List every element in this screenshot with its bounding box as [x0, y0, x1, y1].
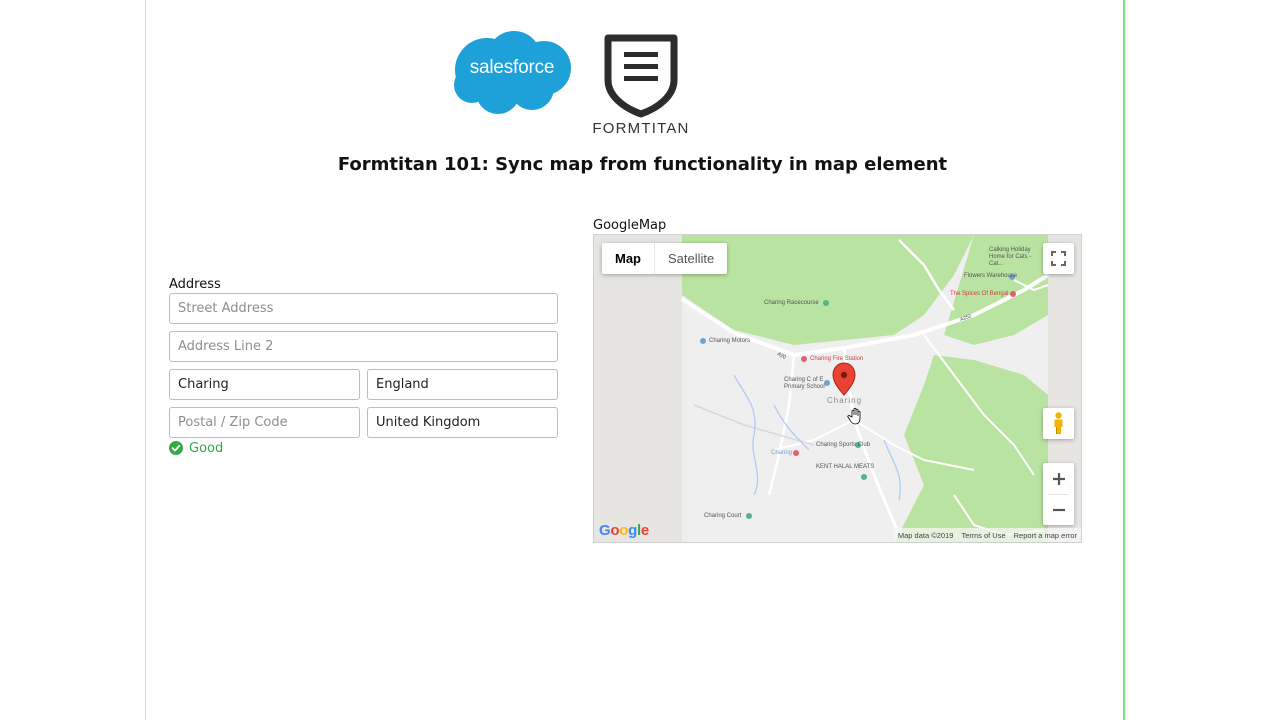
minus-icon	[1052, 508, 1065, 511]
zoom-divider	[1048, 494, 1069, 495]
map-place-racecourse: Charing Racecourse	[764, 300, 819, 306]
formtitan-logo-text: FORMTITAN	[592, 120, 690, 137]
address-label: Address	[169, 277, 221, 292]
street-view-pegman-button[interactable]	[1043, 408, 1074, 439]
map-place-warehouse: Flowers Warehouse	[964, 273, 1018, 279]
state-input[interactable]	[367, 369, 558, 400]
map-type-map-button[interactable]: Map	[602, 243, 655, 274]
zoom-out-button[interactable]	[1043, 494, 1074, 525]
map-type-satellite-button[interactable]: Satellite	[655, 243, 727, 274]
map-place-spices: The Spices Of Bengal	[950, 291, 1009, 297]
formtitan-logo: FORMTITAN	[586, 34, 696, 138]
map-place-school: Charing C of E Primary School	[784, 377, 825, 390]
page-frame-right-border	[1123, 0, 1125, 720]
map-attribution: Map data ©2019 Terms of Use Report a map…	[893, 528, 1081, 542]
postal-code-input[interactable]	[169, 407, 360, 438]
fullscreen-icon	[1051, 251, 1066, 266]
map-place-holiday-home: Calking Holiday Home for Cats - Cat...	[989, 247, 1032, 267]
address-line-2-input[interactable]	[169, 331, 558, 362]
map-place-town: Charing	[827, 396, 863, 405]
map-place-fire-station: Charing Fire Station	[810, 356, 864, 362]
city-input[interactable]	[169, 369, 360, 400]
page-frame-left-border	[145, 0, 146, 720]
country-input[interactable]	[367, 407, 558, 438]
google-logo[interactable]: Google	[599, 522, 649, 539]
salesforce-logo-text: salesforce	[469, 57, 555, 78]
fullscreen-button[interactable]	[1043, 243, 1074, 274]
salesforce-logo: salesforce	[452, 30, 572, 116]
map-place-court: Charing Court	[704, 513, 742, 519]
map-canvas[interactable]	[594, 235, 1082, 543]
zoom-in-button[interactable]	[1043, 463, 1074, 494]
plus-icon	[1052, 472, 1065, 485]
report-map-error-link[interactable]: Report a map error	[1014, 531, 1077, 540]
map-place-station: Charing	[771, 450, 793, 456]
page-title: Formtitan 101: Sync map from functionali…	[337, 154, 948, 175]
map-place-motors: Charing Motors	[709, 338, 751, 344]
check-circle-icon	[169, 441, 183, 455]
map-type-control: Map Satellite	[602, 243, 728, 274]
google-map[interactable]: Charing Racecourse Charing Motors Charin…	[593, 234, 1082, 543]
map-place-halal-meats: KENT HALAL MEATS	[816, 464, 875, 470]
zoom-control	[1043, 463, 1074, 525]
street-address-input[interactable]	[169, 293, 558, 324]
validation-status-text: Good	[189, 440, 224, 456]
terms-of-use-link[interactable]: Terms of Use	[961, 531, 1005, 540]
validation-status: Good	[169, 440, 223, 456]
map-place-sports-club: Charing Sports Club	[816, 442, 871, 448]
map-label: GoogleMap	[593, 218, 667, 233]
map-data-attribution: Map data ©2019	[897, 530, 954, 540]
pegman-icon	[1054, 412, 1063, 434]
